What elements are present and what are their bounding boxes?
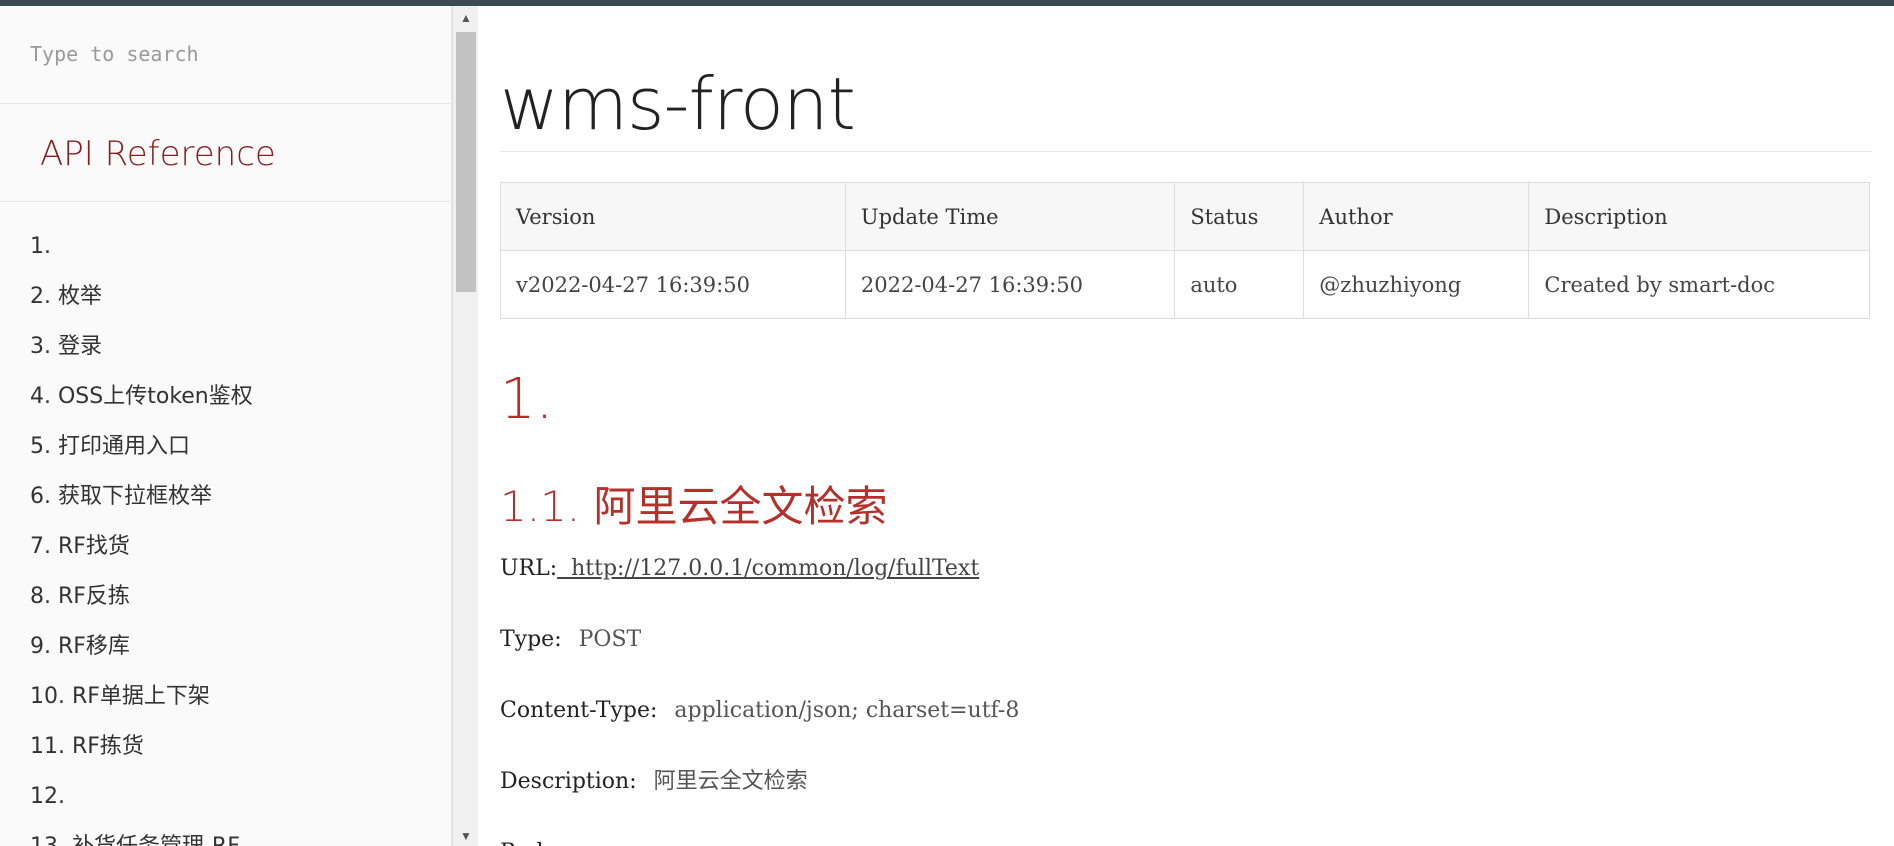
content-type-value: application/json; charset=utf-8 [674, 698, 1020, 723]
scroll-down-arrow-icon[interactable]: ▼ [453, 826, 479, 846]
toc-item[interactable]: 2. 枚举 [0, 272, 451, 322]
toc-item[interactable]: 6. 获取下拉框枚举 [0, 472, 451, 522]
type-value: POST [578, 627, 642, 652]
table-header: Status [1174, 182, 1305, 251]
scroll-thumb[interactable] [456, 32, 476, 292]
page-title: wms-front [500, 6, 1872, 152]
toc-item[interactable]: 4. OSS上传token鉴权 [0, 372, 451, 422]
toc-item[interactable]: 11. RF拣货 [0, 722, 451, 772]
sidebar: API Reference 1. 2. 枚举 3. 登录 4. OSS上传tok… [0, 6, 452, 846]
api-reference-title[interactable]: API Reference [0, 104, 451, 202]
toc-item[interactable]: 5. 打印通用入口 [0, 422, 451, 472]
description-value: 阿里云全文检索 [653, 769, 808, 794]
type-label: Type: [500, 627, 562, 652]
scroll-up-arrow-icon[interactable]: ▲ [453, 8, 479, 28]
table-header: Author [1303, 182, 1530, 251]
table-row: v2022-04-27 16:39:50 2022-04-27 16:39:50… [500, 250, 1870, 319]
url-label: URL: [500, 556, 558, 581]
url-field: URL: http://127.0.0.1/common/log/fullTex… [500, 549, 1872, 604]
toc-list: 1. 2. 枚举 3. 登录 4. OSS上传token鉴权 5. 打印通用入口… [0, 202, 451, 846]
section-heading: 1. [500, 367, 554, 432]
meta-table: Version Update Time Status Author Descri… [500, 182, 1870, 319]
api-heading: 1.1. 阿里云全文检索 [500, 482, 888, 531]
table-header: Version [500, 182, 846, 251]
toc-item[interactable]: 8. RF反拣 [0, 572, 451, 622]
type-field: Type: POST [500, 620, 1872, 675]
description-field: Description: 阿里云全文检索 [500, 762, 1872, 817]
toc-item[interactable]: 9. RF移库 [0, 622, 451, 672]
toc-item[interactable]: 10. RF单据上下架 [0, 672, 451, 722]
description-label: Description: [500, 769, 637, 794]
toc-item[interactable]: 13. 补货任务管理-RF [0, 822, 451, 846]
next-field-partial: Body... [500, 833, 1872, 846]
content-type-field: Content-Type: application/json; charset=… [500, 691, 1872, 746]
table-header: Description [1528, 182, 1870, 251]
url-link[interactable]: http://127.0.0.1/common/log/fullText [557, 556, 979, 581]
toc-item[interactable]: 12. [0, 772, 451, 822]
search-input[interactable] [30, 42, 410, 66]
table-cell: v2022-04-27 16:39:50 [500, 250, 846, 319]
table-header: Update Time [844, 182, 1176, 251]
sidebar-scrollbar[interactable]: ▲ ▼ [452, 6, 478, 846]
table-cell: auto [1174, 250, 1305, 319]
toc-item[interactable]: 3. 登录 [0, 322, 451, 372]
toc-item[interactable]: 7. RF找货 [0, 522, 451, 572]
search-box [0, 6, 451, 104]
table-cell: 2022-04-27 16:39:50 [844, 250, 1176, 319]
content-type-label: Content-Type: [500, 698, 658, 723]
main-content: wms-front Version Update Time Status Aut… [500, 6, 1872, 846]
table-cell: @zhuzhiyong [1303, 250, 1530, 319]
table-header-row: Version Update Time Status Author Descri… [500, 182, 1870, 251]
toc-item[interactable]: 1. [0, 222, 451, 272]
table-cell: Created by smart-doc [1528, 250, 1870, 319]
